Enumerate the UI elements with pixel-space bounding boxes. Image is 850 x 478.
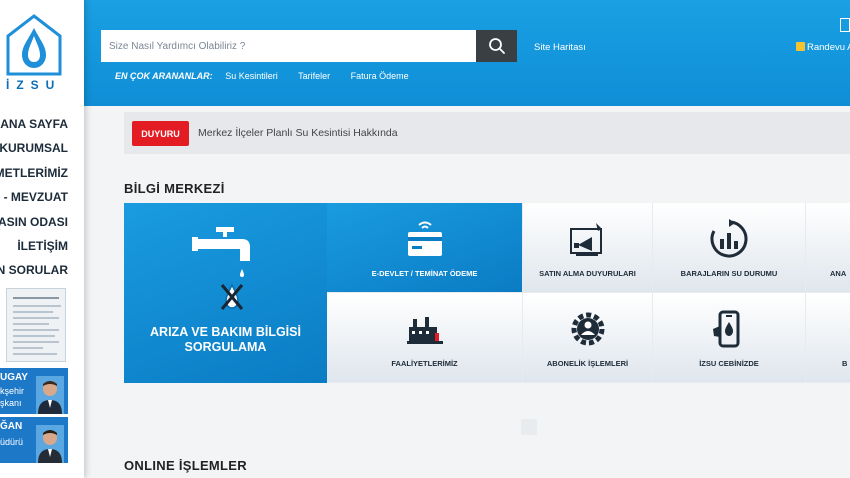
tile-label: ABONELİK İŞLEMLERİ [546,359,629,368]
sidebar-item-contact[interactable]: İLETİŞİM [0,234,68,258]
tile-partial[interactable]: B [806,293,850,383]
site-map-link[interactable]: Site Haritası [534,42,586,53]
appointment-link[interactable]: Randevu A [796,42,850,53]
director-card[interactable]: ĞAN üdürü [0,417,68,463]
person-name: UGAY [0,372,28,383]
smartphone-icon [713,310,740,348]
announcement-badge: DUYURU [132,121,189,146]
person-role: kşehir [0,386,25,396]
tile-partial[interactable]: ANA [806,203,850,293]
announcement-link[interactable]: Merkez İlçeler Planlı Su Kesintisi Hakkı… [198,127,398,139]
fault-inquiry-label: ARIZA VE BAKIM BİLGİSİ SORGULAMA [150,325,301,354]
search-input[interactable] [101,30,476,62]
tile-label: E-DEVLET / TEMİNAT ÖDEME [371,269,478,278]
sidebar-item-press-room[interactable]: ASIN ODASI [0,210,68,234]
tile-activities[interactable]: FAALİYETLERİMİZ [327,293,523,383]
tile-dam-status[interactable]: BARAJLARIN SU DURUMU [653,203,806,293]
credit-card-icon [407,221,442,256]
sidebar-item-legislation[interactable]: - MEVZUAT [0,185,68,209]
person-photo [36,425,64,463]
megaphone-icon [569,223,602,256]
factory-icon [406,317,443,344]
tile-e-devlet[interactable]: E-DEVLET / TEMİNAT ÖDEME [327,203,523,293]
user-gear-icon [571,312,604,346]
online-services-title: ONLINE İŞLEMLER [124,458,247,473]
faucet-icon [192,227,250,310]
calendar-icon [796,42,805,51]
izsu-logo[interactable] [6,14,62,76]
person-photo [36,376,64,414]
fault-inquiry-tile[interactable]: ARIZA VE BAKIM BİLGİSİ SORGULAMA [124,203,327,383]
document-thumbnail[interactable] [6,288,66,362]
dam-gauge-icon [710,219,748,258]
tile-label: ANA [830,269,847,278]
appointment-label: Randevu A [807,42,850,53]
tile-label: BARAJLARIN SU DURUMU [680,269,778,278]
tile-label: B [842,359,848,368]
sidebar-item-services[interactable]: METLERİMİZ [0,161,68,185]
person-role: üdürü [0,437,24,447]
person-name: ĞAN [0,421,23,432]
sidebar: İZSU ANA SAYFA KURUMSAL METLERİMİZ - MEV… [0,0,84,478]
tile-label: SATIN ALMA DUYURULARI [539,269,636,278]
popular-searches: EN ÇOK ARANANLAR: Su Kesintileri Tarifel… [115,71,427,81]
tile-mobile-app[interactable]: İZSU CEBİNİZDE [653,293,806,383]
tile-label: İZSU CEBİNİZDE [699,359,759,368]
sidebar-item-home[interactable]: ANA SAYFA [0,112,68,136]
search-icon [488,38,505,54]
tile-subscription[interactable]: ABONELİK İŞLEMLERİ [523,293,653,383]
popular-label: EN ÇOK ARANANLAR: [115,71,213,81]
image-placeholder-icon [521,419,537,435]
popular-link-tariffs[interactable]: Tarifeler [298,71,330,81]
sidebar-nav: ANA SAYFA KURUMSAL METLERİMİZ - MEVZUAT … [0,112,68,283]
popular-link-bill-payment[interactable]: Fatura Ödeme [351,71,409,81]
search-button[interactable] [476,30,517,62]
header: Site Haritası Randevu A EN ÇOK ARANANLAR… [84,0,850,106]
logo-text: İZSU [6,78,62,92]
popular-link-outages[interactable]: Su Kesintileri [225,71,278,81]
page: İZSU ANA SAYFA KURUMSAL METLERİMİZ - MEV… [0,0,850,478]
announcement-bar: DUYURU Merkez İlçeler Planlı Su Kesintis… [124,112,850,154]
sidebar-item-faq[interactable]: N SORULAR [0,258,68,282]
info-center-title: BİLGİ MERKEZİ [124,181,225,196]
tile-procurement[interactable]: SATIN ALMA DUYURULARI [523,203,653,293]
sidebar-item-corporate[interactable]: KURUMSAL [0,136,68,160]
person-role: şkanı [0,398,22,408]
exit-icon[interactable] [840,18,850,32]
tile-label: FAALİYETLERİMİZ [391,359,458,368]
mayor-card[interactable]: UGAY kşehir şkanı [0,368,68,414]
